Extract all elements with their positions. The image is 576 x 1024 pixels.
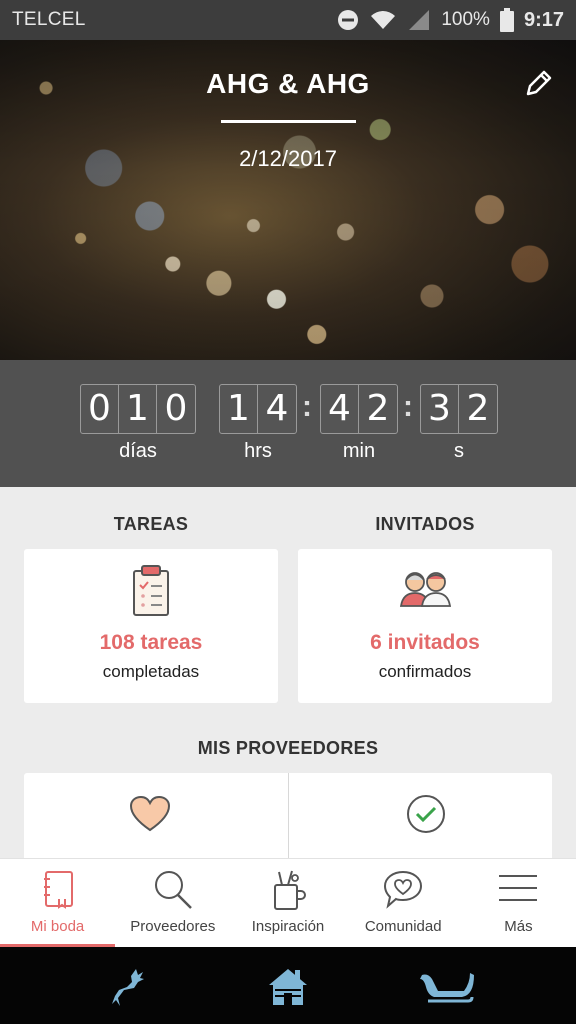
bottom-tab-bar: Mi boda Proveedores Inspiración Comunida… [0,858,576,947]
seconds-label: s [454,440,464,462]
separator: : [302,390,312,423]
digit: 0 [81,385,119,433]
edit-pencil-icon[interactable] [522,66,556,100]
tab-mas[interactable]: Más [461,859,576,947]
guests-count: 6 invitados [370,631,480,654]
digit: 1 [119,385,157,433]
tasks-status: completadas [102,662,200,681]
digit: 4 [321,385,359,433]
tab-label: Proveedores [130,918,216,935]
search-icon [154,871,192,909]
reindeer-back-icon[interactable] [106,965,150,1009]
days-digits: 0 1 0 [80,384,196,434]
title-divider [221,120,356,123]
guests-heading: INVITADOS [375,514,475,534]
status-icons: 100% 9:17 [337,8,564,32]
favorite-providers[interactable] [24,773,289,863]
wifi-icon [371,11,396,29]
menu-icon [499,875,538,901]
tab-label: Mi boda [30,918,85,935]
tasks-heading: TAREAS [113,514,189,534]
digit: 2 [466,388,490,429]
countdown-panel: 0 1 0 1 4 : 4 2 : 3 2 días hrs min s [0,360,576,487]
tab-label: Comunidad [364,918,442,935]
wedding-date: 2/12/2017 [239,146,337,171]
seconds-digits: 3 2 [420,384,498,434]
signal-icon [409,10,430,30]
providers-heading: MIS PROVEEDORES [197,738,379,758]
tasks-card[interactable]: 108 tareas completadas [24,549,278,703]
clock: 9:17 [523,8,564,31]
do-not-disturb-icon [338,10,359,30]
minutes-label: min [342,440,376,462]
providers-card [24,773,552,863]
clipboard-checklist-icon [133,565,169,616]
separator: : [403,390,413,423]
couple-names: AHG & AHG [206,68,370,99]
status-bar: TELCEL 100% 9:17 [0,0,576,40]
digit: 1 [220,385,258,433]
hours-digits: 1 4 [219,384,297,434]
tab-comunidad[interactable]: Comunidad [346,859,461,947]
tab-label: Más [504,918,533,935]
digit: 4 [265,388,289,429]
digit: 3 [421,385,459,433]
hours-label: hrs [244,440,272,462]
sleigh-recent-icon[interactable] [418,965,474,1007]
guests-status: confirmados [378,662,472,681]
couple-icon [399,572,452,607]
check-circle-icon [406,795,445,833]
chat-heart-icon [384,870,423,909]
home-cabin-icon[interactable] [265,965,311,1007]
tab-mi-boda[interactable]: Mi boda [0,859,116,947]
pencil-cup-icon [274,870,306,910]
tasks-count: 108 tareas [99,631,203,654]
digit: 0 [164,388,188,429]
days-label: días [119,440,157,462]
guests-card[interactable]: 6 invitados confirmados [298,549,552,703]
hero-banner: AHG & AHG 2/12/2017 [0,40,576,360]
hired-providers[interactable] [289,773,553,863]
tab-proveedores[interactable]: Proveedores [115,859,230,947]
battery-icon [499,8,514,32]
battery-percent: 100% [441,9,490,30]
carrier-name: TELCEL [12,9,86,30]
minutes-digits: 4 2 [320,384,398,434]
notebook-icon [43,871,73,909]
tab-label: Inspiración [251,918,325,935]
system-nav-bar [0,947,576,1024]
digit: 2 [366,388,390,429]
tab-inspiracion[interactable]: Inspiración [230,859,345,947]
heart-icon [129,795,171,832]
